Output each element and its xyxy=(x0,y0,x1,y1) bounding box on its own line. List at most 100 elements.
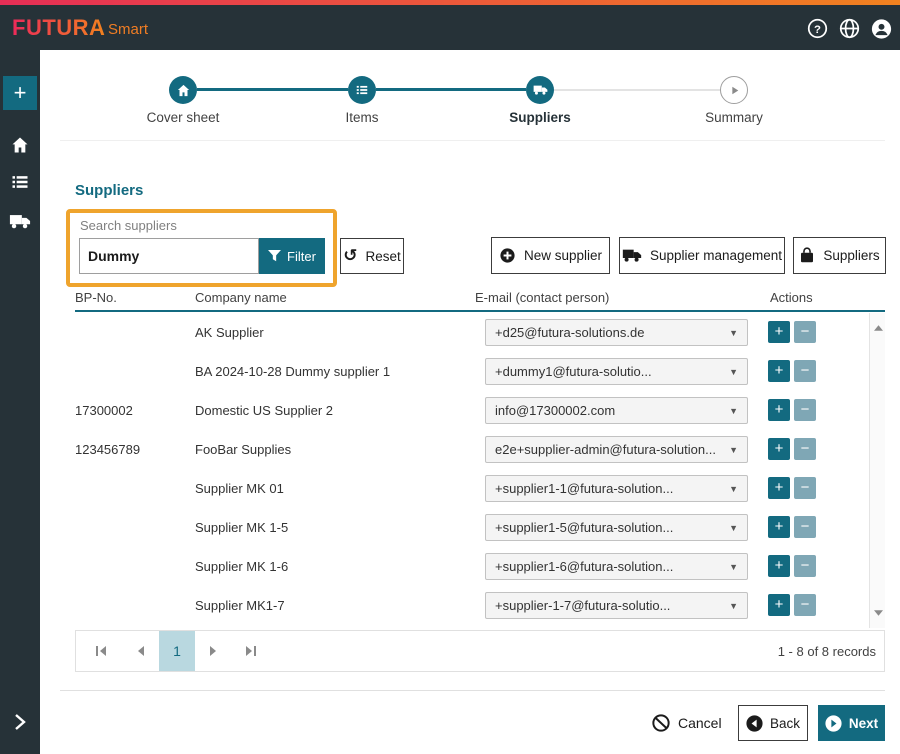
scroll-down-icon[interactable] xyxy=(870,606,886,620)
block-icon xyxy=(652,714,670,732)
remove-row-button[interactable]: − xyxy=(794,321,816,343)
cancel-button[interactable]: Cancel xyxy=(652,707,722,739)
company-name-cell: Supplier MK1-7 xyxy=(195,598,285,613)
chevron-down-icon: ▼ xyxy=(729,445,747,455)
brand-suffix: Smart xyxy=(108,21,148,38)
reset-button-label: Reset xyxy=(365,249,400,264)
email-select[interactable]: +supplier1-1@futura-solution... ▼ xyxy=(485,475,748,502)
step-label-cover-sheet: Cover sheet xyxy=(123,110,243,125)
email-select[interactable]: e2e+supplier-admin@futura-solution... ▼ xyxy=(485,436,748,463)
step-items[interactable] xyxy=(348,76,376,104)
company-name-cell: FooBar Supplies xyxy=(195,442,291,457)
add-row-button[interactable]: + xyxy=(768,555,790,577)
email-value: +supplier1-1@futura-solution... xyxy=(486,481,729,496)
reset-button[interactable]: ↺ Reset xyxy=(340,238,404,274)
arrow-left-circle-icon xyxy=(746,715,763,732)
home-icon xyxy=(176,83,191,98)
email-value: +d25@futura-solutions.de xyxy=(486,325,729,340)
truck-icon xyxy=(533,84,548,96)
first-page-button[interactable] xyxy=(86,631,116,671)
remove-row-button[interactable]: − xyxy=(794,516,816,538)
remove-row-button[interactable]: − xyxy=(794,360,816,382)
chevron-down-icon: ▼ xyxy=(729,328,747,338)
suppliers-button[interactable]: Suppliers xyxy=(793,237,886,274)
back-button[interactable]: Back xyxy=(738,705,808,741)
table-header-rule xyxy=(75,310,885,312)
pagination-bar: 1 1 - 8 of 8 records xyxy=(75,630,885,672)
remove-row-button[interactable]: − xyxy=(794,555,816,577)
company-name-cell: Supplier MK 01 xyxy=(195,481,284,496)
company-name-cell: AK Supplier xyxy=(195,325,264,340)
supplier-table: AK Supplier +d25@futura-solutions.de ▼ +… xyxy=(75,313,870,628)
chevron-down-icon: ▼ xyxy=(729,523,747,533)
help-icon[interactable]: ? xyxy=(807,18,828,39)
email-select[interactable]: +supplier1-5@futura-solution... ▼ xyxy=(485,514,748,541)
table-row: Supplier MK 01 +supplier1-1@futura-solut… xyxy=(75,469,870,508)
brand-logo: FUTURA xyxy=(12,15,105,41)
new-supplier-label: New supplier xyxy=(524,248,602,263)
table-scrollbar[interactable] xyxy=(869,313,885,628)
page-number-button[interactable]: 1 xyxy=(159,631,195,671)
stepper-connector xyxy=(197,88,348,91)
account-icon[interactable] xyxy=(871,18,892,39)
globe-icon[interactable] xyxy=(839,18,860,39)
remove-row-button[interactable]: − xyxy=(794,477,816,499)
sidebar: + xyxy=(0,50,40,754)
new-supplier-button[interactable]: New supplier xyxy=(491,237,610,274)
filter-button-label: Filter xyxy=(287,249,316,264)
supplier-management-button[interactable]: Supplier management xyxy=(619,237,785,274)
step-summary[interactable] xyxy=(720,76,748,104)
next-page-button[interactable] xyxy=(198,631,228,671)
email-select[interactable]: +supplier-1-7@futura-solutio... ▼ xyxy=(485,592,748,619)
supplier-management-label: Supplier management xyxy=(650,248,782,263)
last-page-button[interactable] xyxy=(236,631,266,671)
filter-button[interactable]: Filter xyxy=(259,238,325,274)
truck-icon[interactable] xyxy=(0,209,40,233)
remove-row-button[interactable]: − xyxy=(794,399,816,421)
table-row: 123456789 FooBar Supplies e2e+supplier-a… xyxy=(75,430,870,469)
email-select[interactable]: +dummy1@futura-solutio... ▼ xyxy=(485,358,748,385)
suppliers-button-label: Suppliers xyxy=(823,248,879,263)
next-button[interactable]: Next xyxy=(818,705,885,741)
company-name-cell: BA 2024-10-28 Dummy supplier 1 xyxy=(195,364,390,379)
scroll-up-icon[interactable] xyxy=(870,321,886,335)
table-row: 17300002 Domestic US Supplier 2 info@173… xyxy=(75,391,870,430)
remove-row-button[interactable]: − xyxy=(794,594,816,616)
step-label-items: Items xyxy=(302,110,422,125)
email-select[interactable]: +d25@futura-solutions.de ▼ xyxy=(485,319,748,346)
email-value: e2e+supplier-admin@futura-solution... xyxy=(486,442,729,457)
email-select[interactable]: +supplier1-6@futura-solution... ▼ xyxy=(485,553,748,580)
divider xyxy=(60,140,885,141)
add-row-button[interactable]: + xyxy=(768,360,790,382)
truck-icon xyxy=(622,248,642,263)
stepper-connector xyxy=(554,89,720,91)
add-row-button[interactable]: + xyxy=(768,438,790,460)
expand-sidebar-icon[interactable] xyxy=(0,712,40,732)
list-icon[interactable] xyxy=(0,170,40,194)
add-row-button[interactable]: + xyxy=(768,477,790,499)
search-suppliers-input[interactable] xyxy=(79,238,259,274)
search-label: Search suppliers xyxy=(80,218,177,233)
company-name-cell: Supplier MK 1-6 xyxy=(195,559,288,574)
plus-circle-icon xyxy=(499,247,516,264)
page-title: Suppliers xyxy=(75,182,143,199)
remove-row-button[interactable]: − xyxy=(794,438,816,460)
bag-icon xyxy=(799,247,815,264)
previous-page-button[interactable] xyxy=(126,631,156,671)
add-row-button[interactable]: + xyxy=(768,399,790,421)
email-value: info@17300002.com xyxy=(486,403,729,418)
reset-icon: ↺ xyxy=(343,247,357,264)
email-select[interactable]: info@17300002.com ▼ xyxy=(485,397,748,424)
column-header-company: Company name xyxy=(195,290,287,305)
column-header-actions: Actions xyxy=(770,290,813,305)
add-row-button[interactable]: + xyxy=(768,321,790,343)
table-row: BA 2024-10-28 Dummy supplier 1 +dummy1@f… xyxy=(75,352,870,391)
add-row-button[interactable]: + xyxy=(768,516,790,538)
step-suppliers[interactable] xyxy=(526,76,554,104)
add-row-button[interactable]: + xyxy=(768,594,790,616)
stepper-connector xyxy=(376,88,526,91)
sidebar-new-button[interactable]: + xyxy=(3,76,37,110)
home-icon[interactable] xyxy=(0,133,40,157)
step-cover-sheet[interactable] xyxy=(169,76,197,104)
records-count: 1 - 8 of 8 records xyxy=(778,644,876,659)
